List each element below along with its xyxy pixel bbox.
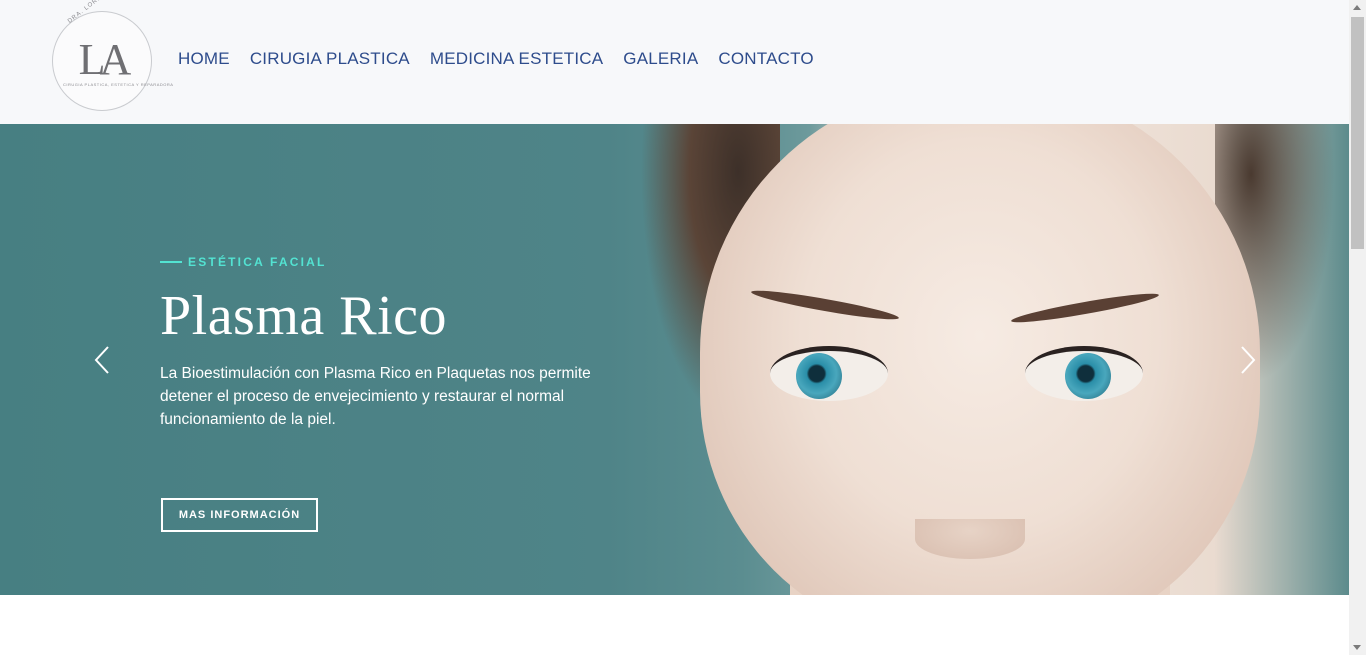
site-header: DRA. LORENA AGUILAR LA CIRUGIA PLASTICA,… — [0, 0, 1349, 124]
chevron-left-icon[interactable] — [92, 344, 112, 376]
hero-image-eye-right — [1025, 346, 1143, 401]
nav-item-medicina-estetica[interactable]: MEDICINA ESTETICA — [430, 49, 603, 69]
logo-monogram: LA — [78, 35, 132, 84]
main-nav: HOME CIRUGIA PLASTICA MEDICINA ESTETICA … — [178, 49, 814, 69]
logo-arc-text: DRA. LORENA AGUILAR — [67, 0, 139, 25]
nav-item-galeria[interactable]: GALERIA — [623, 49, 698, 69]
scroll-down-arrow-icon[interactable] — [1353, 645, 1361, 650]
hero-image-nose — [915, 519, 1025, 559]
nav-item-contacto[interactable]: CONTACTO — [718, 49, 813, 69]
scrollbar-thumb[interactable] — [1351, 17, 1364, 249]
mas-informacion-button[interactable]: MAS INFORMACIÓN — [161, 498, 318, 532]
hero-eyebrow: ESTÉTICA FACIAL — [188, 255, 327, 269]
hero-title: Plasma Rico — [160, 285, 448, 347]
logo-subtitle: CIRUGIA PLASTICA, ESTETICA Y REPARADORA — [63, 82, 174, 87]
hero-image-eye-left — [770, 346, 888, 401]
vertical-scrollbar[interactable] — [1349, 0, 1366, 655]
nav-item-cirugia-plastica[interactable]: CIRUGIA PLASTICA — [250, 49, 410, 69]
page: DRA. LORENA AGUILAR LA CIRUGIA PLASTICA,… — [0, 0, 1349, 655]
site-logo[interactable]: DRA. LORENA AGUILAR LA CIRUGIA PLASTICA,… — [52, 0, 174, 111]
hero-slider: ESTÉTICA FACIAL Plasma Rico La Bioestimu… — [0, 124, 1349, 595]
scroll-up-arrow-icon[interactable] — [1353, 5, 1361, 10]
eyebrow-accent-line — [160, 261, 182, 263]
chevron-right-icon[interactable] — [1238, 344, 1258, 376]
hero-description: La Bioestimulación con Plasma Rico en Pl… — [160, 365, 591, 428]
nav-item-home[interactable]: HOME — [178, 49, 230, 69]
